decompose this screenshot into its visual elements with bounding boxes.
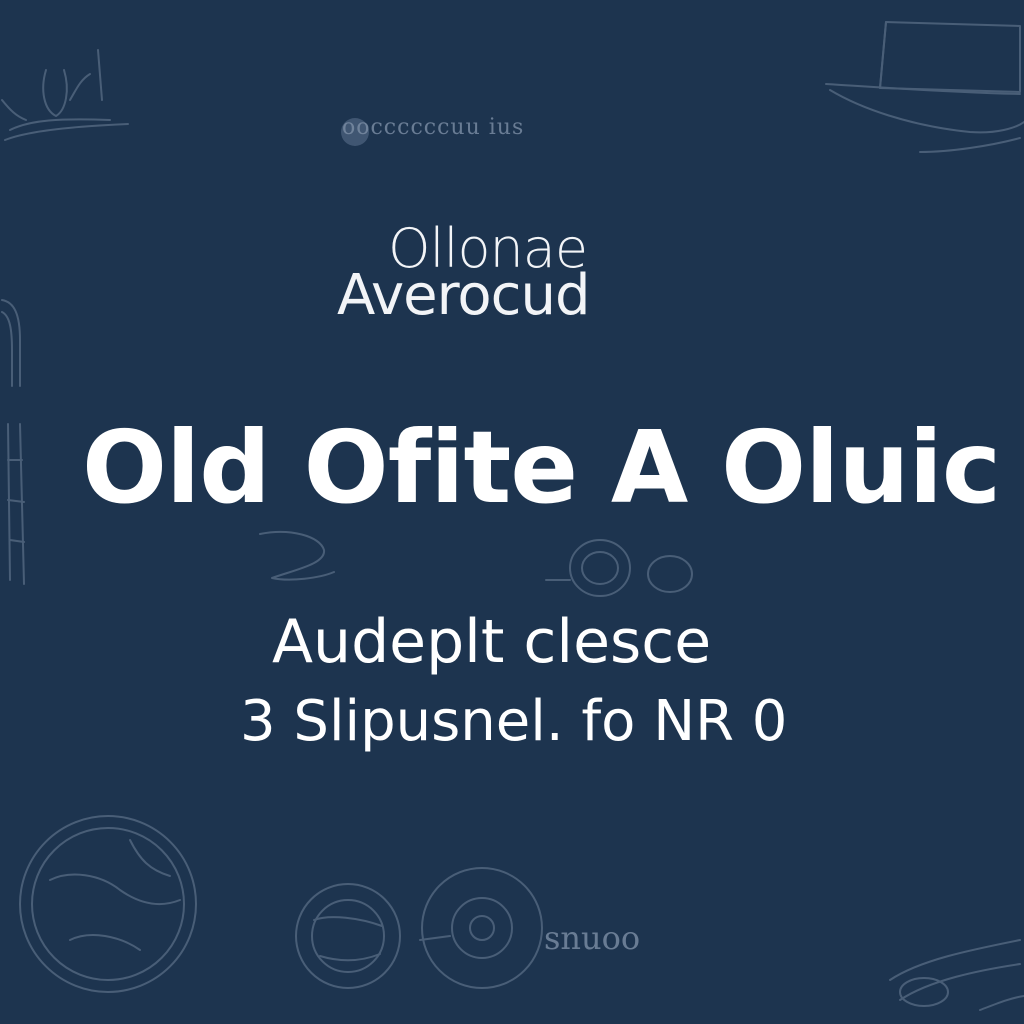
bottom-caption: snuoo [544, 919, 641, 957]
column-sketch-icon [7, 423, 25, 585]
title-line-2: Averocud [337, 263, 591, 328]
ring-sketch-icon [545, 539, 693, 597]
compass-sketch-icon [295, 883, 401, 989]
hat-sketch-icon [825, 21, 1024, 153]
headline: Old Ofite A Oluic [82, 409, 1001, 526]
subtitle-line-1: Audeplt clesce [272, 607, 712, 677]
medallion-sketch-icon [419, 867, 543, 989]
poster-canvas: ooccccccuu ius Ollonae Averocud Old Ofit… [0, 0, 1024, 1024]
top-caption: ooccccccuu ius [342, 115, 525, 140]
globe-sketch-icon [19, 815, 197, 993]
subtitle-line-2: 3 Slipusnel. fo NR 0 [240, 689, 788, 754]
swirl-sketch-icon [259, 530, 335, 581]
scroll-sketch-icon [889, 939, 1024, 1011]
arch-sketch-icon [1, 299, 21, 387]
pen-sketch-icon [1, 49, 129, 141]
